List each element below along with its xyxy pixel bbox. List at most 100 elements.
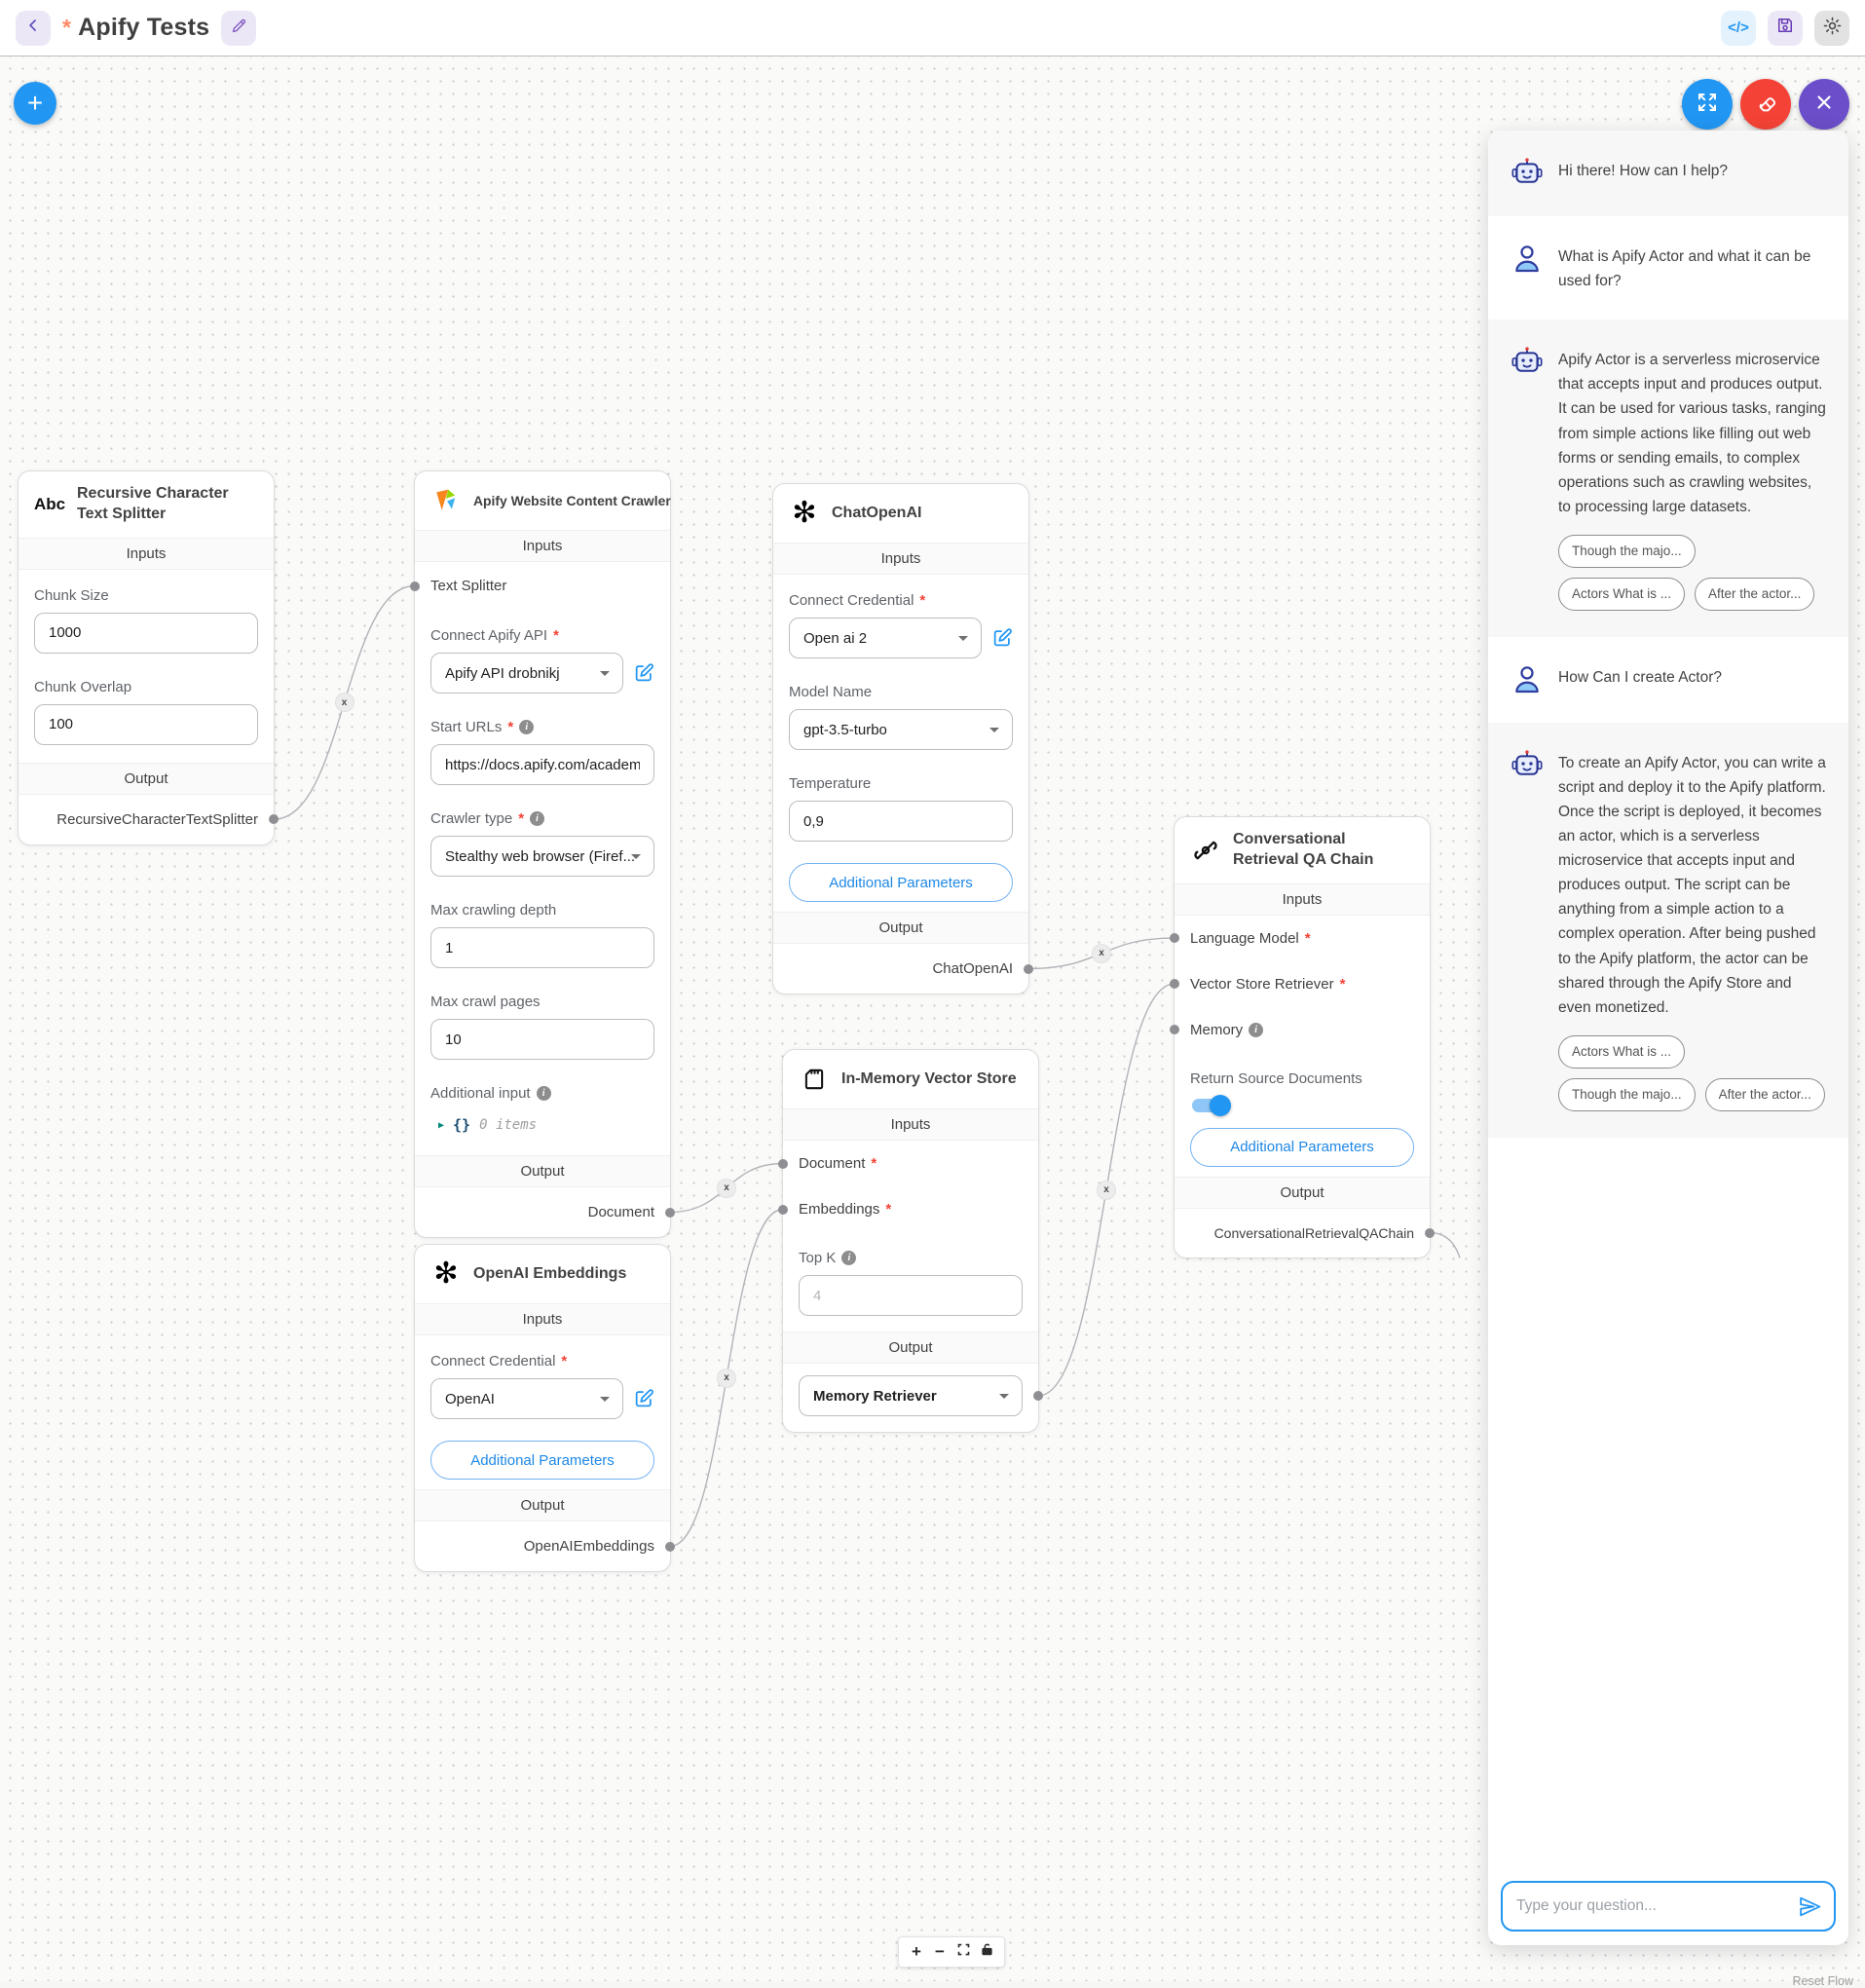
edge-delete-button[interactable]: x [1098, 1182, 1115, 1199]
document-port-label: Document [799, 1155, 865, 1172]
connect-credential-label: Connect Credential* [430, 1353, 654, 1369]
port-handle-document[interactable] [778, 1159, 788, 1169]
chain-icon [1189, 834, 1222, 867]
crawler-type-label: Crawler type* i [430, 810, 654, 827]
node-chatopenai[interactable]: ✻ ChatOpenAI Inputs Connect Credential* … [772, 483, 1029, 994]
port-handle-text-splitter[interactable] [410, 581, 420, 591]
node-title: ChatOpenAI [832, 504, 921, 524]
api-code-button[interactable]: </> [1721, 11, 1756, 46]
port-handle-embeddings[interactable] [778, 1205, 788, 1215]
back-button[interactable] [16, 11, 51, 46]
temperature-input[interactable] [789, 801, 1013, 842]
node-inmemory-vector-store[interactable]: In-Memory Vector Store Inputs Document* … [782, 1049, 1039, 1433]
openai-logo-icon: ✻ [429, 1257, 463, 1291]
start-urls-input[interactable] [430, 744, 654, 785]
model-select[interactable]: gpt-3.5-turbo [789, 709, 1013, 750]
connect-apify-api-label: Connect Apify API* [430, 627, 654, 644]
user-avatar-icon [1511, 243, 1544, 276]
chunk-size-input[interactable] [34, 613, 258, 654]
source-chip[interactable]: Actors What is ... [1558, 1035, 1685, 1069]
credential-select[interactable]: Open ai 2 [789, 618, 982, 658]
edge-delete-button[interactable]: x [718, 1369, 735, 1387]
node-openai-embeddings[interactable]: ✻ OpenAI Embeddings Inputs Connect Crede… [414, 1244, 671, 1572]
info-icon: i [530, 811, 544, 826]
apify-api-select[interactable]: Apify API drobnikj [430, 653, 623, 694]
port-handle-output[interactable] [1425, 1228, 1435, 1238]
chat-message-text: To create an Apify Actor, you can write … [1558, 751, 1826, 1020]
node-title: OpenAI Embeddings [473, 1264, 626, 1285]
topk-input[interactable] [799, 1275, 1023, 1316]
info-icon: i [841, 1251, 856, 1265]
max-pages-label: Max crawl pages [430, 994, 654, 1010]
save-button[interactable] [1768, 11, 1803, 46]
output-section-label: Output [773, 912, 1028, 944]
zoom-out-button[interactable]: − [928, 1939, 951, 1965]
additional-parameters-button[interactable]: Additional Parameters [430, 1441, 654, 1480]
source-chip[interactable]: Though the majo... [1558, 535, 1696, 568]
source-chip[interactable]: After the actor... [1705, 1078, 1825, 1111]
edge-delete-button[interactable]: x [1093, 945, 1110, 962]
output-name: ConversationalRetrievalQAChain [1214, 1225, 1414, 1241]
code-icon: </> [1728, 19, 1749, 36]
port-handle-output[interactable] [1024, 964, 1033, 974]
source-chip[interactable]: Actors What is ... [1558, 578, 1685, 611]
edge-delete-button[interactable]: x [336, 694, 354, 711]
bot-avatar-icon [1511, 749, 1544, 782]
node-recursive-text-splitter[interactable]: Abc Recursive Character Text Splitter In… [18, 470, 275, 845]
reset-flow-label[interactable]: Reset Flow [1792, 1974, 1853, 1988]
inputs-section-label: Inputs [773, 543, 1028, 575]
edit-credential-icon[interactable] [991, 627, 1013, 649]
edit-credential-icon[interactable] [633, 1388, 654, 1409]
crawler-type-select[interactable]: Stealthy web browser (Firef... [430, 836, 654, 877]
output-name: RecursiveCharacterTextSplitter [56, 811, 258, 828]
edge-delete-button[interactable]: x [718, 1180, 735, 1197]
chat-message-bot: Apify Actor is a serverless microservice… [1488, 319, 1848, 636]
port-handle-language-model[interactable] [1170, 933, 1179, 943]
close-chat-button[interactable] [1799, 79, 1849, 130]
chat-question-input[interactable] [1503, 1897, 1798, 1915]
flow-canvas[interactable]: x x x x x + Abc Recursive Character Text… [0, 56, 1865, 1981]
port-handle-document-output[interactable] [665, 1208, 675, 1218]
send-button[interactable] [1798, 1894, 1822, 1919]
max-depth-input[interactable] [430, 927, 654, 968]
info-icon: i [537, 1086, 551, 1101]
add-node-button[interactable]: + [14, 82, 56, 125]
chunk-overlap-input[interactable] [34, 704, 258, 745]
additional-parameters-button[interactable]: Additional Parameters [789, 863, 1013, 902]
port-handle-retriever-output[interactable] [1033, 1391, 1043, 1401]
port-handle-vector-store-retriever[interactable] [1170, 979, 1179, 989]
expand-json-icon[interactable]: ▶ [438, 1120, 444, 1131]
chat-message-bot: To create an Apify Actor, you can write … [1488, 723, 1848, 1138]
output-name: ChatOpenAI [932, 960, 1013, 977]
chat-message-text: How Can I create Actor? [1558, 665, 1722, 690]
source-chip[interactable]: After the actor... [1695, 578, 1814, 611]
additional-input-label: Additional input i [430, 1085, 654, 1102]
additional-parameters-button[interactable]: Additional Parameters [1190, 1128, 1414, 1167]
clear-chat-button[interactable] [1740, 79, 1791, 130]
credential-select[interactable]: OpenAI [430, 1378, 623, 1419]
source-chips: Actors What is ... Though the majo... Af… [1558, 1035, 1826, 1111]
edit-title-button[interactable] [221, 11, 256, 46]
text-splitter-port-label: Text Splitter [430, 578, 506, 594]
max-pages-input[interactable] [430, 1019, 654, 1060]
return-source-docs-toggle[interactable] [1192, 1097, 1231, 1114]
node-title: Recursive Character Text Splitter [77, 484, 259, 525]
fit-view-button[interactable] [951, 1939, 975, 1965]
port-handle-output[interactable] [665, 1542, 675, 1552]
json-item-count: 0 items [479, 1117, 537, 1133]
node-title: Conversational Retrieval QA Chain [1233, 830, 1415, 871]
edge-qachain-stub [1430, 1233, 1460, 1258]
zoom-in-button[interactable]: + [905, 1939, 928, 1965]
port-handle-memory[interactable] [1170, 1025, 1179, 1034]
expand-chat-button[interactable] [1682, 79, 1733, 130]
edit-credential-icon[interactable] [633, 662, 654, 684]
chat-message-user: How Can I create Actor? [1488, 637, 1848, 723]
memory-port-label: Memory [1190, 1022, 1243, 1038]
port-handle-output[interactable] [269, 814, 279, 824]
settings-button[interactable] [1814, 11, 1849, 46]
node-qa-chain[interactable]: Conversational Retrieval QA Chain Inputs… [1174, 816, 1431, 1258]
source-chip[interactable]: Though the majo... [1558, 1078, 1696, 1111]
lock-button[interactable] [975, 1939, 998, 1965]
output-type-select[interactable]: Memory Retriever [799, 1375, 1023, 1416]
node-apify-crawler[interactable]: Apify Website Content Crawler Inputs Tex… [414, 470, 671, 1238]
